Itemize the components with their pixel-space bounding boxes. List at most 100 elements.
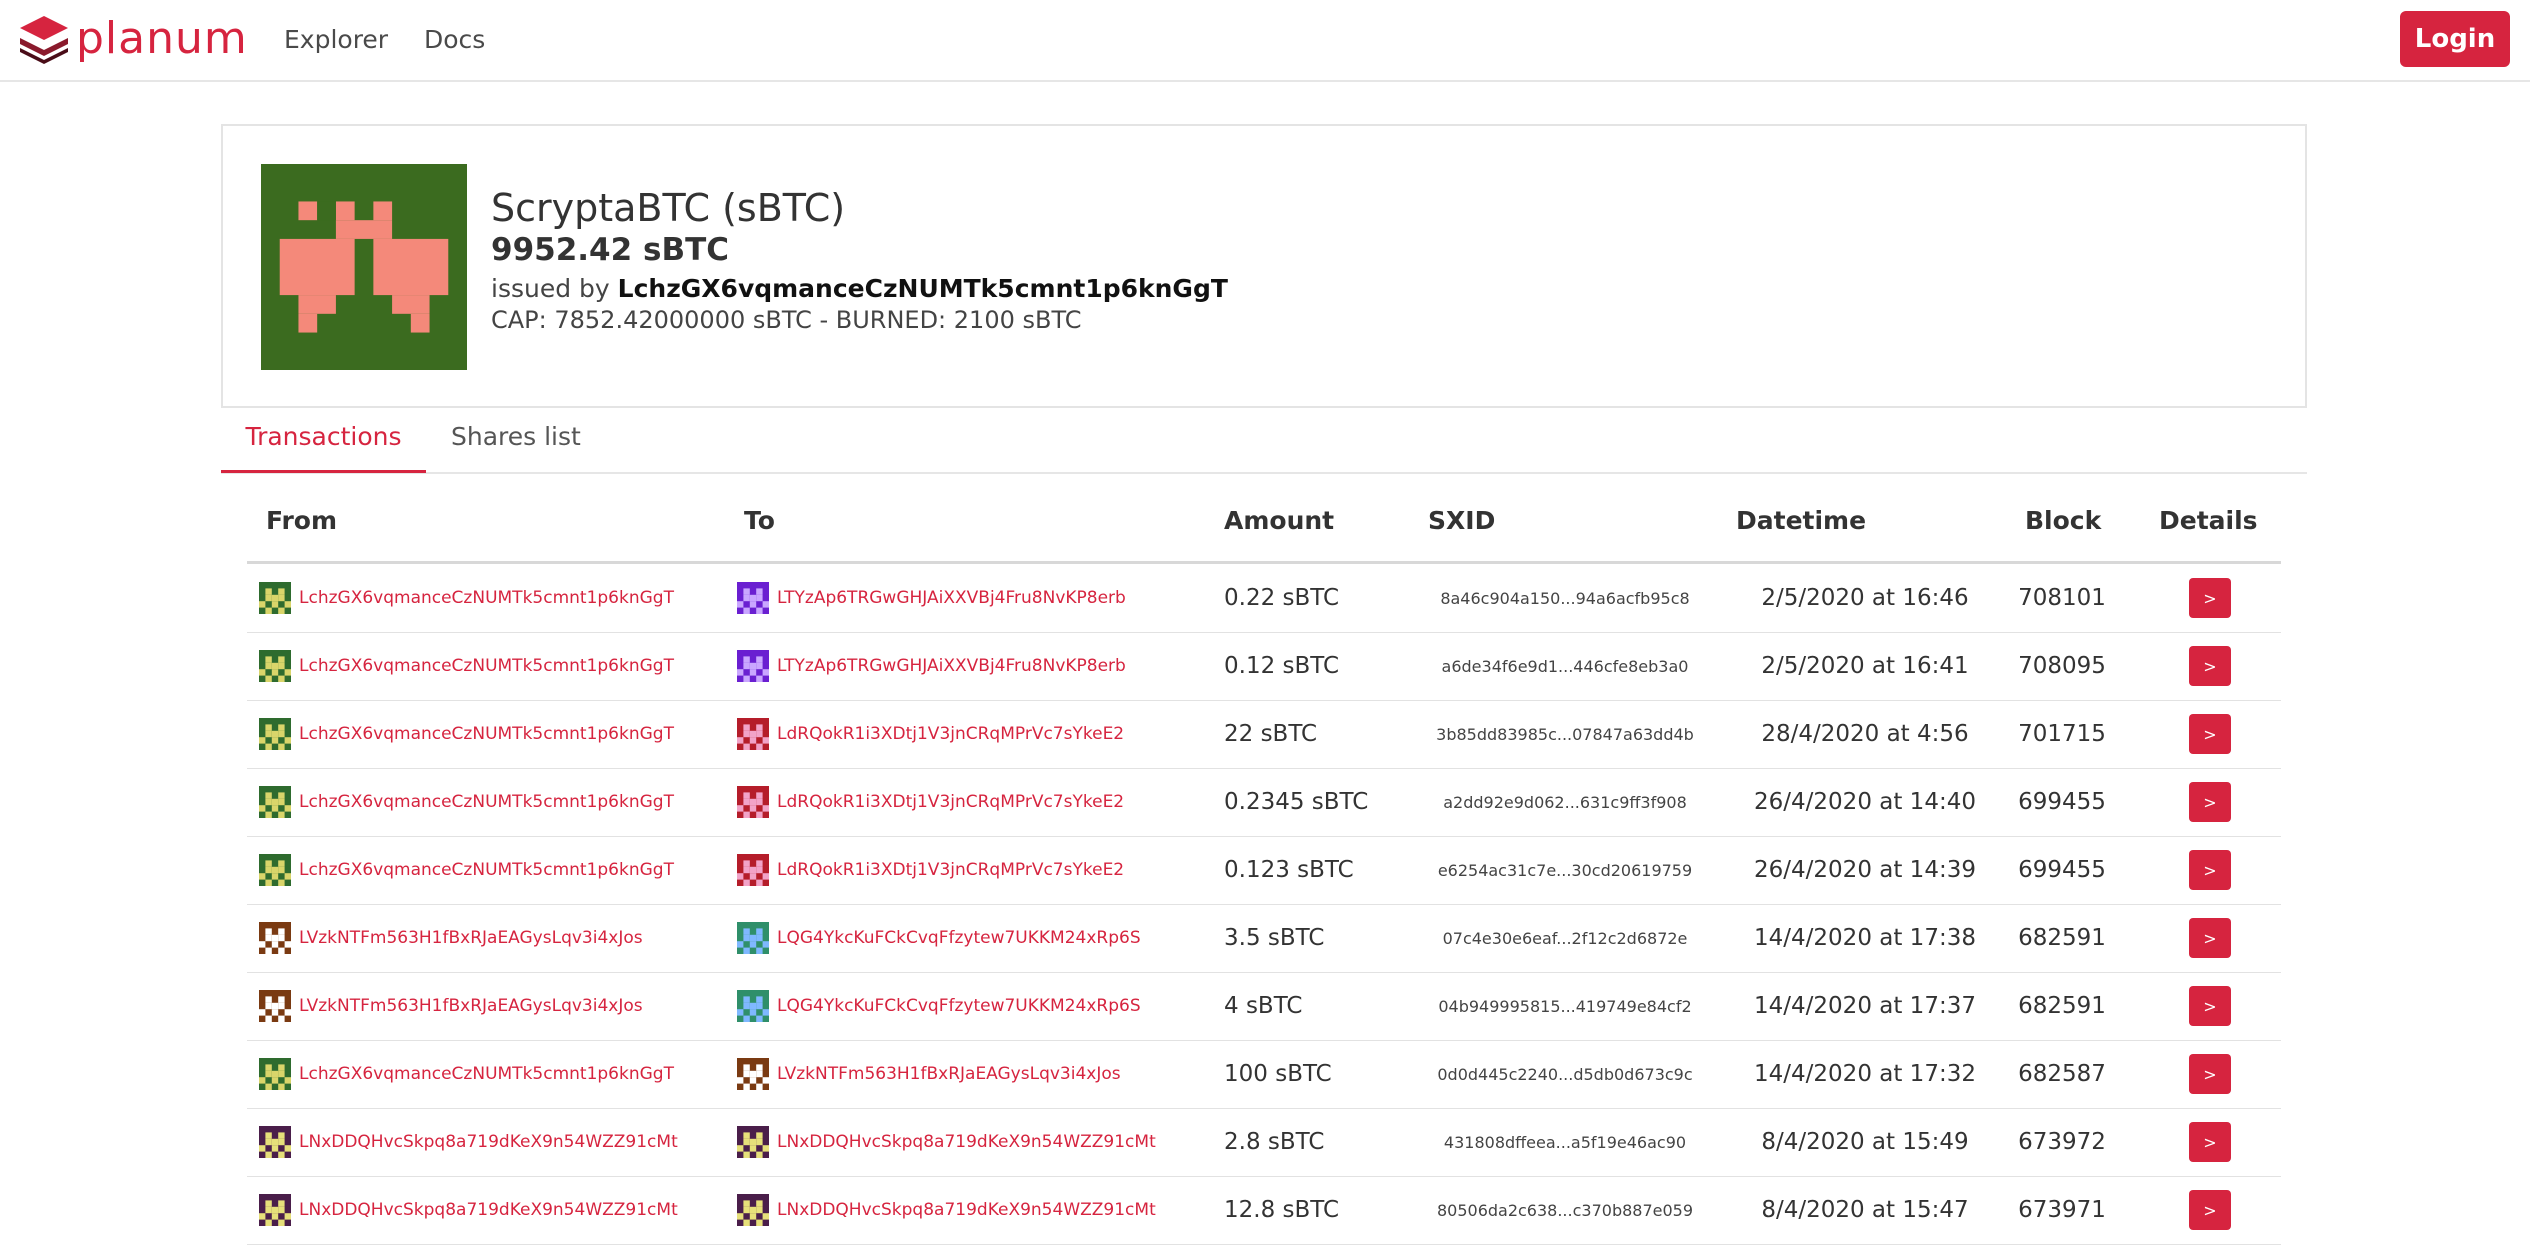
identicon-icon xyxy=(259,786,291,818)
sxid-cell[interactable]: 431808dffeea...a5f19e46ac90 xyxy=(1430,1108,1700,1176)
sxid-cell[interactable]: 8a46c904a150...94a6acfb95c8 xyxy=(1430,564,1700,632)
login-button[interactable]: Login xyxy=(2400,11,2510,67)
table-row: LchzGX6vqmanceCzNUMTk5cmnt1p6knGgT LdRQok… xyxy=(247,700,2281,769)
identicon-icon xyxy=(737,922,769,954)
from-address-text[interactable]: LchzGX6vqmanceCzNUMTk5cmnt1p6knGgT xyxy=(299,724,674,744)
from-address-link[interactable]: LchzGX6vqmanceCzNUMTk5cmnt1p6knGgT xyxy=(259,768,719,836)
to-address-link[interactable]: LQG4YkcKuFCkCvqFfzytew7UKKM24xRp6S xyxy=(737,972,1197,1040)
to-address-link[interactable]: LNxDDQHvcSkpq8a719dKeX9n54WZZ91cMt xyxy=(737,1176,1197,1244)
to-address-text[interactable]: LdRQokR1i3XDtj1V3jnCRqMPrVc7sYkeE2 xyxy=(777,860,1124,880)
details-button[interactable]: > xyxy=(2189,1054,2231,1094)
identicon-icon xyxy=(259,718,291,750)
to-address-link[interactable]: LdRQokR1i3XDtj1V3jnCRqMPrVc7sYkeE2 xyxy=(737,700,1197,768)
datetime-cell: 8/4/2020 at 15:49 xyxy=(1761,1129,1969,1155)
to-address-text[interactable]: LVzkNTFm563H1fBxRJaEAGysLqv3i4xJos xyxy=(777,1064,1121,1084)
sxid-cell[interactable]: 0d0d445c2240...d5db0d673c9c xyxy=(1430,1040,1700,1108)
to-address-link[interactable]: LVzkNTFm563H1fBxRJaEAGysLqv3i4xJos xyxy=(737,1040,1197,1108)
amount-cell: 0.2345 sBTC xyxy=(1224,789,1369,815)
from-address-text[interactable]: LchzGX6vqmanceCzNUMTk5cmnt1p6knGgT xyxy=(299,1064,674,1084)
details-button[interactable]: > xyxy=(2189,782,2231,822)
col-header-sxid: SXID xyxy=(1428,506,1496,535)
from-address-link[interactable]: LchzGX6vqmanceCzNUMTk5cmnt1p6knGgT xyxy=(259,564,719,632)
sxid-cell[interactable]: a6de34f6e9d1...446cfe8eb3a0 xyxy=(1430,632,1700,700)
tab-transactions[interactable]: Transactions xyxy=(221,422,426,473)
from-address-link[interactable]: LNxDDQHvcSkpq8a719dKeX9n54WZZ91cMt xyxy=(259,1108,719,1176)
to-address-text[interactable]: LTYzAp6TRGwGHJAiXXVBj4Fru8NvKP8erb xyxy=(777,588,1126,608)
logo-wordmark: planum xyxy=(76,13,248,64)
to-address-text[interactable]: LdRQokR1i3XDtj1V3jnCRqMPrVc7sYkeE2 xyxy=(777,792,1124,812)
block-cell[interactable]: 708101 xyxy=(2007,564,2117,632)
from-address-link[interactable]: LchzGX6vqmanceCzNUMTk5cmnt1p6knGgT xyxy=(259,836,719,904)
table-row: LVzkNTFm563H1fBxRJaEAGysLqv3i4xJos LQG4Yk… xyxy=(247,904,2281,973)
details-cell: > xyxy=(2189,564,2231,632)
sxid-cell[interactable]: a2dd92e9d062...631c9ff3f908 xyxy=(1430,768,1700,836)
block-cell[interactable]: 699455 xyxy=(2007,768,2117,836)
identicon-icon xyxy=(259,650,291,682)
sxid-cell[interactable]: e6254ac31c7e...30cd20619759 xyxy=(1430,836,1700,904)
to-address-text[interactable]: LQG4YkcKuFCkCvqFfzytew7UKKM24xRp6S xyxy=(777,996,1141,1016)
sxid-cell[interactable]: 07c4e30e6eaf...2f12c2d6872e xyxy=(1430,904,1700,972)
from-address-link[interactable]: LVzkNTFm563H1fBxRJaEAGysLqv3i4xJos xyxy=(259,972,719,1040)
table-row: LchzGX6vqmanceCzNUMTk5cmnt1p6knGgT LTYzAp… xyxy=(247,632,2281,701)
from-address-text[interactable]: LVzkNTFm563H1fBxRJaEAGysLqv3i4xJos xyxy=(299,996,643,1016)
planum-logo[interactable]: planum xyxy=(18,14,248,64)
details-button[interactable]: > xyxy=(2189,986,2231,1026)
block-cell[interactable]: 682587 xyxy=(2007,1040,2117,1108)
from-address-link[interactable]: LNxDDQHvcSkpq8a719dKeX9n54WZZ91cMt xyxy=(259,1176,719,1244)
datetime-cell: 8/4/2020 at 15:47 xyxy=(1761,1197,1969,1223)
details-button[interactable]: > xyxy=(2189,714,2231,754)
details-button[interactable]: > xyxy=(2189,850,2231,890)
nav-explorer[interactable]: Explorer xyxy=(284,22,388,58)
to-address-text[interactable]: LTYzAp6TRGwGHJAiXXVBj4Fru8NvKP8erb xyxy=(777,656,1126,676)
from-address-link[interactable]: LchzGX6vqmanceCzNUMTk5cmnt1p6knGgT xyxy=(259,1040,719,1108)
to-address-text[interactable]: LdRQokR1i3XDtj1V3jnCRqMPrVc7sYkeE2 xyxy=(777,724,1124,744)
block-cell[interactable]: 673972 xyxy=(2007,1108,2117,1176)
from-address-text[interactable]: LNxDDQHvcSkpq8a719dKeX9n54WZZ91cMt xyxy=(299,1200,678,1220)
tab-shares-list[interactable]: Shares list xyxy=(451,422,581,470)
to-address-link[interactable]: LQG4YkcKuFCkCvqFfzytew7UKKM24xRp6S xyxy=(737,904,1197,972)
details-button[interactable]: > xyxy=(2189,1122,2231,1162)
block-cell[interactable]: 673971 xyxy=(2007,1176,2117,1244)
block-cell[interactable]: 708095 xyxy=(2007,632,2117,700)
details-button[interactable]: > xyxy=(2189,646,2231,686)
from-address-text[interactable]: LchzGX6vqmanceCzNUMTk5cmnt1p6knGgT xyxy=(299,792,674,812)
identicon-icon xyxy=(737,786,769,818)
identicon-icon xyxy=(737,1194,769,1226)
details-button[interactable]: > xyxy=(2189,1190,2231,1230)
to-address-text[interactable]: LNxDDQHvcSkpq8a719dKeX9n54WZZ91cMt xyxy=(777,1200,1156,1220)
identicon-icon xyxy=(259,1126,291,1158)
datetime-cell: 14/4/2020 at 17:32 xyxy=(1754,1061,1976,1087)
from-address-text[interactable]: LchzGX6vqmanceCzNUMTk5cmnt1p6knGgT xyxy=(299,860,674,880)
block-cell[interactable]: 682591 xyxy=(2007,904,2117,972)
to-address-text[interactable]: LNxDDQHvcSkpq8a719dKeX9n54WZZ91cMt xyxy=(777,1132,1156,1152)
from-address-text[interactable]: LchzGX6vqmanceCzNUMTk5cmnt1p6knGgT xyxy=(299,588,674,608)
details-cell: > xyxy=(2189,972,2231,1040)
details-button[interactable]: > xyxy=(2189,578,2231,618)
sxid-cell[interactable]: 04b949995815...419749e84cf2 xyxy=(1430,972,1700,1040)
amount-cell: 0.123 sBTC xyxy=(1224,857,1354,883)
nav-docs[interactable]: Docs xyxy=(424,22,485,58)
to-address-link[interactable]: LTYzAp6TRGwGHJAiXXVBj4Fru8NvKP8erb xyxy=(737,564,1197,632)
sxid-cell[interactable]: 3b85dd83985c...07847a63dd4b xyxy=(1430,700,1700,768)
block-cell[interactable]: 699455 xyxy=(2007,836,2117,904)
to-address-text[interactable]: LQG4YkcKuFCkCvqFfzytew7UKKM24xRp6S xyxy=(777,928,1141,948)
from-address-link[interactable]: LVzkNTFm563H1fBxRJaEAGysLqv3i4xJos xyxy=(259,904,719,972)
col-header-block: Block xyxy=(2025,506,2102,535)
sxid-cell[interactable]: 80506da2c638...c370b887e059 xyxy=(1430,1176,1700,1244)
from-address-link[interactable]: LchzGX6vqmanceCzNUMTk5cmnt1p6knGgT xyxy=(259,632,719,700)
block-cell[interactable]: 682591 xyxy=(2007,972,2117,1040)
from-address-text[interactable]: LNxDDQHvcSkpq8a719dKeX9n54WZZ91cMt xyxy=(299,1132,678,1152)
issuer-address[interactable]: LchzGX6vqmanceCzNUMTk5cmnt1p6knGgT xyxy=(618,274,1228,303)
from-address-link[interactable]: LchzGX6vqmanceCzNUMTk5cmnt1p6knGgT xyxy=(259,700,719,768)
from-address-text[interactable]: LchzGX6vqmanceCzNUMTk5cmnt1p6knGgT xyxy=(299,656,674,676)
block-cell[interactable]: 701715 xyxy=(2007,700,2117,768)
from-address-text[interactable]: LVzkNTFm563H1fBxRJaEAGysLqv3i4xJos xyxy=(299,928,643,948)
details-button[interactable]: > xyxy=(2189,918,2231,958)
details-cell: > xyxy=(2189,904,2231,972)
to-address-link[interactable]: LdRQokR1i3XDtj1V3jnCRqMPrVc7sYkeE2 xyxy=(737,836,1197,904)
to-address-link[interactable]: LdRQokR1i3XDtj1V3jnCRqMPrVc7sYkeE2 xyxy=(737,768,1197,836)
amount-cell: 0.22 sBTC xyxy=(1224,585,1340,611)
top-navbar: planum Explorer Docs Login xyxy=(0,0,2530,82)
to-address-link[interactable]: LNxDDQHvcSkpq8a719dKeX9n54WZZ91cMt xyxy=(737,1108,1197,1176)
to-address-link[interactable]: LTYzAp6TRGwGHJAiXXVBj4Fru8NvKP8erb xyxy=(737,632,1197,700)
